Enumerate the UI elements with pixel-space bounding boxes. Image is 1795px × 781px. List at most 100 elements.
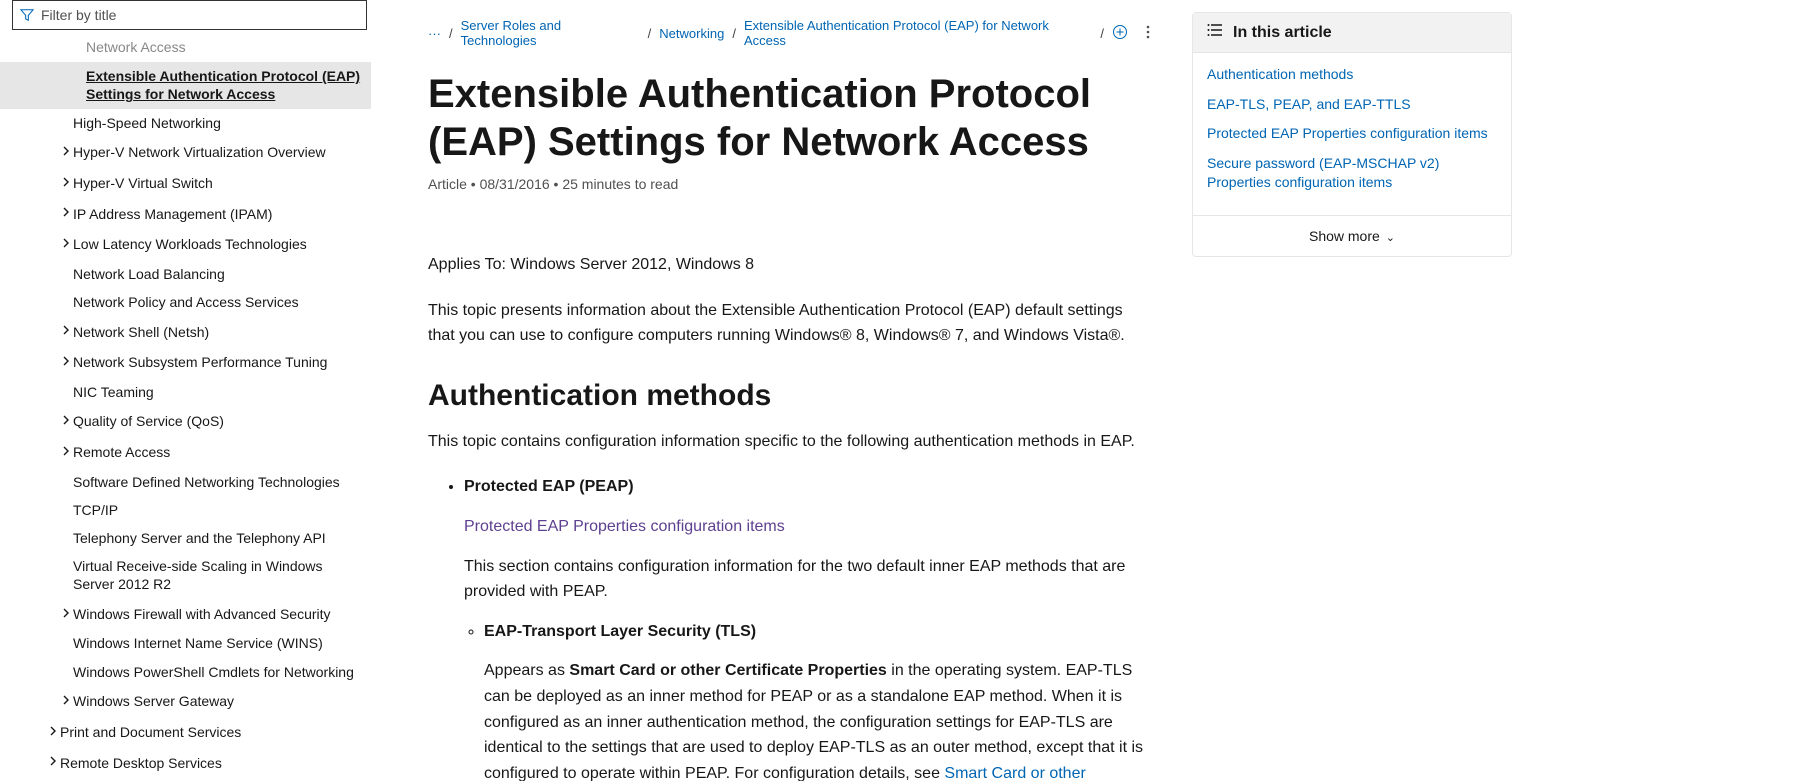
nav-item-label: High-Speed Networking xyxy=(73,114,363,132)
nav-item-label: Remote Access xyxy=(73,443,363,461)
toc-link[interactable]: Secure password (EAP-MSCHAP v2) Properti… xyxy=(1207,154,1497,193)
toc-heading: In this article xyxy=(1193,13,1511,53)
chevron-right-icon[interactable] xyxy=(59,442,73,463)
breadcrumb-link-2[interactable]: Extensible Authentication Protocol (EAP)… xyxy=(744,18,1092,48)
applies-to: Applies To: Windows Server 2012, Windows… xyxy=(428,252,1150,278)
more-actions-icon[interactable] xyxy=(1146,24,1150,43)
nav-item[interactable]: Remote Desktop Services xyxy=(0,747,371,778)
nav-item[interactable]: Network Shell (Netsh) xyxy=(0,316,371,347)
method-name-peap: Protected EAP (PEAP) xyxy=(464,478,634,495)
nav-item[interactable]: Software Defined Networking Technologies xyxy=(0,468,371,496)
nav-item[interactable]: Low Latency Workloads Technologies xyxy=(0,229,371,260)
breadcrumb-sep: / xyxy=(1100,26,1104,41)
section-intro: This topic contains configuration inform… xyxy=(428,429,1150,455)
toc-link[interactable]: Authentication methods xyxy=(1207,65,1497,85)
nav-item[interactable]: Windows PowerShell Cmdlets for Networkin… xyxy=(0,658,371,686)
right-panel: In this article Authentication methods EA… xyxy=(1180,0,1540,781)
nav-item[interactable]: Network Policy and Access Services xyxy=(0,288,371,316)
nav-item[interactable]: Extensible Authentication Protocol (EAP)… xyxy=(0,62,371,108)
breadcrumb-ellipsis[interactable]: ··· xyxy=(428,26,441,41)
chevron-right-icon[interactable] xyxy=(59,203,73,224)
nav-item-label: Low Latency Workloads Technologies xyxy=(73,235,363,253)
chevron-right-icon[interactable] xyxy=(59,352,73,373)
list-item: EAP-Transport Layer Security (TLS) Appea… xyxy=(484,619,1150,781)
nav-item[interactable]: Hyper-V Network Virtualization Overview xyxy=(0,137,371,168)
chevron-right-icon[interactable] xyxy=(59,142,73,163)
nav-item-label: Network Shell (Netsh) xyxy=(73,323,363,341)
filter-box[interactable] xyxy=(12,0,367,30)
nav-item-label: Windows Server Gateway xyxy=(73,692,363,710)
breadcrumb-link-1[interactable]: Networking xyxy=(659,26,724,41)
nav-item[interactable]: Print and Document Services xyxy=(0,717,371,748)
inner-method-title: EAP-Transport Layer Security (TLS) xyxy=(484,623,756,640)
nav-item-label: Windows PowerShell Cmdlets for Networkin… xyxy=(73,663,363,681)
filter-container xyxy=(0,0,379,38)
nav-item-label: Windows Firewall with Advanced Security xyxy=(73,605,363,623)
breadcrumb-sep: / xyxy=(449,26,453,41)
list-item: Protected EAP (PEAP) Protected EAP Prope… xyxy=(464,474,1150,781)
breadcrumb: ··· / Server Roles and Technologies / Ne… xyxy=(428,0,1150,70)
add-icon[interactable] xyxy=(1112,24,1128,43)
inner-method-desc: Appears as Smart Card or other Certifica… xyxy=(484,658,1150,781)
nav-item-label: Extensible Authentication Protocol (EAP)… xyxy=(86,67,363,103)
nav-item-label: Hyper-V Network Virtualization Overview xyxy=(73,143,363,161)
nav-item-label: Virtual Receive-side Scaling in Windows … xyxy=(73,557,363,593)
nav-item-label: TCP/IP xyxy=(73,501,363,519)
nav-item-label: Network Policy and Access Services xyxy=(73,293,363,311)
chevron-right-icon[interactable] xyxy=(46,722,60,743)
nav-item[interactable]: TCP/IP xyxy=(0,496,371,524)
chevron-right-icon[interactable] xyxy=(59,173,73,194)
nav-item[interactable]: Windows Internet Name Service (WINS) xyxy=(0,629,371,657)
filter-icon xyxy=(13,8,41,22)
chevron-right-icon[interactable] xyxy=(59,604,73,625)
toc-link[interactable]: EAP-TLS, PEAP, and EAP-TTLS xyxy=(1207,95,1497,115)
nav-item-cutoff[interactable]: Network Access xyxy=(0,38,371,62)
breadcrumb-actions xyxy=(1112,24,1150,43)
filter-input[interactable] xyxy=(41,3,366,27)
nav-item-label: Software Defined Networking Technologies xyxy=(73,473,363,491)
inner-list: EAP-Transport Layer Security (TLS) Appea… xyxy=(464,619,1150,781)
breadcrumb-sep: / xyxy=(648,26,652,41)
nav-item[interactable]: Network Subsystem Performance Tuning xyxy=(0,347,371,378)
section-heading-auth-methods: Authentication methods xyxy=(428,379,1150,413)
list-icon xyxy=(1207,23,1223,42)
article-meta: Article • 08/31/2016 • 25 minutes to rea… xyxy=(428,176,1150,192)
intro-paragraph: This topic presents information about th… xyxy=(428,298,1150,349)
toc-link[interactable]: Protected EAP Properties configuration i… xyxy=(1207,124,1497,144)
link-peap-properties[interactable]: Protected EAP Properties configuration i… xyxy=(464,518,785,535)
page-title: Extensible Authentication Protocol (EAP)… xyxy=(428,70,1150,166)
toc-box: In this article Authentication methods EA… xyxy=(1192,12,1512,257)
main-content: ··· / Server Roles and Technologies / Ne… xyxy=(380,0,1180,781)
nav-item[interactable]: High-Speed Networking xyxy=(0,109,371,137)
nav-item[interactable]: NIC Teaming xyxy=(0,378,371,406)
chevron-right-icon[interactable] xyxy=(46,752,60,773)
nav-item[interactable]: Quality of Service (QoS) xyxy=(0,406,371,437)
chevron-right-icon[interactable] xyxy=(59,691,73,712)
nav-item[interactable]: Windows Firewall with Advanced Security xyxy=(0,599,371,630)
nav-item[interactable]: Remote Access xyxy=(0,437,371,468)
nav-item[interactable]: Hyper-V Virtual Switch xyxy=(0,168,371,199)
peap-desc: This section contains configuration info… xyxy=(464,554,1150,605)
breadcrumb-link-0[interactable]: Server Roles and Technologies xyxy=(461,18,640,48)
nav-item-label: Remote Desktop Services xyxy=(60,754,363,772)
toc-heading-text: In this article xyxy=(1233,24,1332,42)
chevron-down-icon: ⌄ xyxy=(1386,232,1395,244)
nav-item-label: Print and Document Services xyxy=(60,723,363,741)
nav-item[interactable]: IP Address Management (IPAM) xyxy=(0,198,371,229)
chevron-right-icon[interactable] xyxy=(59,321,73,342)
nav-item[interactable]: Telephony Server and the Telephony API xyxy=(0,524,371,552)
nav-item-label: Hyper-V Virtual Switch xyxy=(73,174,363,192)
nav-item[interactable]: Windows Server Gateway xyxy=(0,686,371,717)
nav-item-label: Quality of Service (QoS) xyxy=(73,412,363,430)
chevron-right-icon[interactable] xyxy=(59,411,73,432)
breadcrumb-sep: / xyxy=(732,26,736,41)
chevron-right-icon[interactable] xyxy=(59,234,73,255)
nav-tree[interactable]: Network Access Extensible Authentication… xyxy=(0,38,379,781)
nav-item-label: Network Load Balancing xyxy=(73,265,363,283)
nav-item[interactable]: Virtual Receive-side Scaling in Windows … xyxy=(0,552,371,598)
nav-item[interactable]: Network Load Balancing xyxy=(0,260,371,288)
toc-show-more[interactable]: Show more⌄ xyxy=(1193,215,1511,256)
nav-item-label: NIC Teaming xyxy=(73,383,363,401)
methods-list: Protected EAP (PEAP) Protected EAP Prope… xyxy=(428,474,1150,781)
nav-item-label: Telephony Server and the Telephony API xyxy=(73,529,363,547)
